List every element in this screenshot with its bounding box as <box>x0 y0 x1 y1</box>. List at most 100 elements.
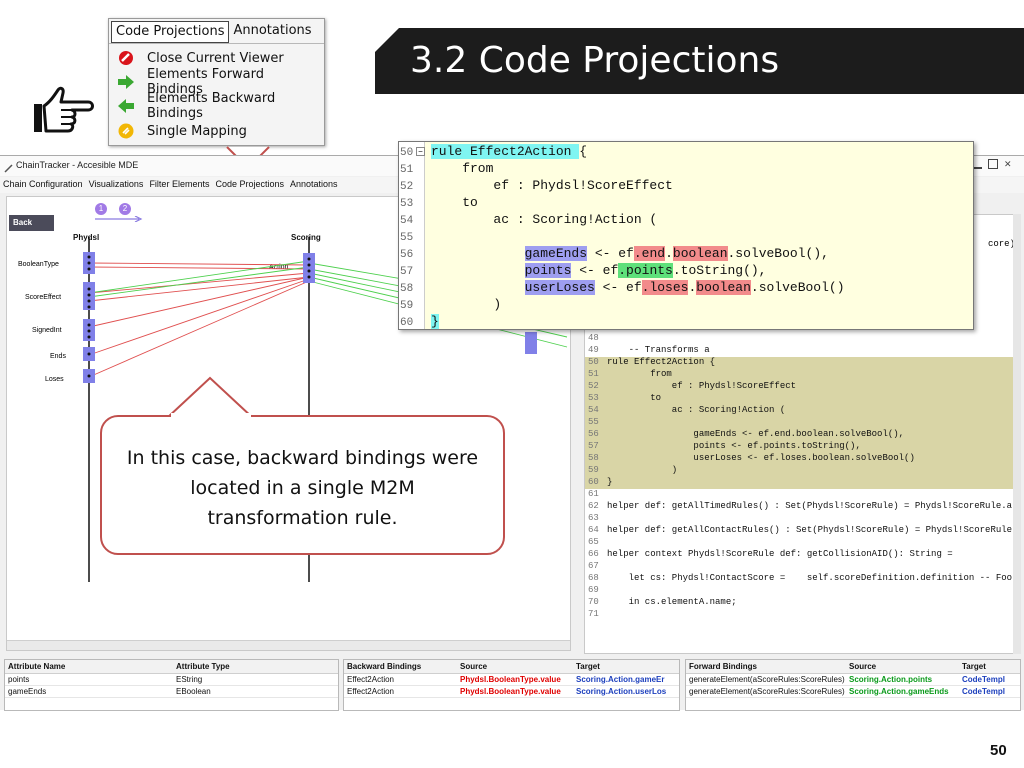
code-line: 60} <box>400 314 439 329</box>
code-projections-menu: Code Projections Annotations Close Curre… <box>108 18 325 146</box>
code-line: 57 points <- ef.points.toString(), <box>400 263 767 278</box>
table-row[interactable]: generateElement(aScoreRules:ScoreRules) … <box>686 674 1020 686</box>
table-cell: generateElement(aScoreRules:ScoreRules) <box>689 675 845 684</box>
callout-text: In this case, backward bindings were loc… <box>126 447 479 529</box>
table-cell: CodeTempl <box>962 687 1005 696</box>
menu-item-label: Elements Backward Bindings <box>147 91 276 121</box>
code-line: 58 userLoses <- ef.loses.boolean.solveBo… <box>585 453 1021 465</box>
column-header[interactable]: Target <box>959 662 1015 671</box>
menu-item-close-viewer[interactable]: Close Current Viewer <box>117 47 284 69</box>
code-line: 55 <box>400 232 414 244</box>
code-line: 71 <box>588 609 599 619</box>
code-line: 68 let cs: Phydsl!ContactScore = self.sc… <box>588 573 1013 583</box>
table-cell: Scoring.Action.gameEr <box>576 675 665 684</box>
column-header[interactable]: Target <box>573 662 673 671</box>
code-line: 52 ef : Phydsl!ScoreEffect <box>400 178 673 193</box>
close-window-icon[interactable]: ✕ <box>1004 159 1014 169</box>
code-line: 69 <box>588 585 599 595</box>
menu-annotations[interactable]: Annotations <box>287 177 341 193</box>
table-cell: EBoolean <box>176 687 211 696</box>
table-row[interactable]: generateElement(aScoreRules:ScoreRules) … <box>686 686 1020 698</box>
arrow-right-icon <box>117 73 135 91</box>
tab-annotations[interactable]: Annotations <box>229 21 315 43</box>
tab-code-projections[interactable]: Code Projections <box>111 21 230 43</box>
table-header: Attribute Name Attribute Type <box>5 660 338 674</box>
code-line: 70 in cs.elementA.name; <box>588 597 737 607</box>
code-line: 56 gameEnds <- ef.end.boolean.solveBool(… <box>585 429 1021 441</box>
code-line: 50 rule Effect2Action { <box>585 357 1021 369</box>
column-header[interactable]: Backward Bindings <box>344 662 457 671</box>
column-header[interactable]: Source <box>457 662 573 671</box>
maximize-icon[interactable] <box>988 159 998 169</box>
menu-filter-elements[interactable]: Filter Elements <box>146 177 212 193</box>
zoomed-code-panel: − 50 rule Effect2Action { 51 from 52 ef :… <box>398 141 974 330</box>
arrow-left-icon <box>117 97 135 115</box>
table-row[interactable]: Effect2Action Phydsl.BooleanType.value S… <box>344 686 679 698</box>
code-line: 67 <box>588 561 599 571</box>
menu-divider <box>109 43 324 44</box>
code-fragment: core) <box>987 239 1015 249</box>
code-line: 65 <box>588 537 599 547</box>
diagram-scrollbar[interactable] <box>7 640 570 650</box>
pointing-hand-icon <box>34 86 94 133</box>
table-header: Forward Bindings Source Target <box>686 660 1020 674</box>
code-line: 60} <box>585 477 1021 489</box>
column-header[interactable]: Forward Bindings <box>686 662 846 671</box>
page-number: 50 <box>990 742 1007 759</box>
menu-item-label: Close Current Viewer <box>147 50 284 66</box>
table-row[interactable]: gameEnds EBoolean <box>5 686 338 698</box>
table-cell: Phydsl.BooleanType.value <box>460 675 561 684</box>
code-line: 57 points <- ef.points.toString(), <box>585 441 1021 453</box>
attribute-table: Attribute Name Attribute Type points ESt… <box>4 659 339 711</box>
code-line: 53 to <box>400 195 478 210</box>
code-line: 66 helper context Phydsl!ScoreRule def: g… <box>588 549 953 559</box>
table-row[interactable]: Effect2Action Phydsl.BooleanType.value S… <box>344 674 679 686</box>
menu-code-projections[interactable]: Code Projections <box>212 177 287 193</box>
close-icon <box>117 49 135 67</box>
menu-item-single-mapping[interactable]: Single Mapping <box>117 120 247 142</box>
code-line: 63 <box>588 513 599 523</box>
table-cell: Scoring.Action.userLos <box>576 687 667 696</box>
table-cell: EString <box>176 675 203 684</box>
code-line: 54 ac : Scoring!Action ( <box>585 405 1021 417</box>
code-line: 48 <box>588 333 599 343</box>
table-cell: generateElement(aScoreRules:ScoreRules) <box>689 687 845 696</box>
menu-item-forward-bindings[interactable]: Elements Forward Bindings <box>117 67 324 97</box>
slide-title: 3.2 Code Projections <box>410 40 780 81</box>
code-line: 61 <box>588 489 599 499</box>
column-header[interactable]: Source <box>846 662 959 671</box>
table-cell: Effect2Action <box>347 687 394 696</box>
forward-bindings-table: Forward Bindings Source Target generateE… <box>685 659 1021 711</box>
window-controls: ✕ <box>972 159 1022 171</box>
code-scrollbar[interactable] <box>1013 214 1021 654</box>
table-cell: Scoring.Action.points <box>849 675 933 684</box>
table-cell: Scoring.Action.gameEnds <box>849 687 949 696</box>
table-cell: Phydsl.BooleanType.value <box>460 687 561 696</box>
menu-item-label: Single Mapping <box>147 123 247 139</box>
column-header[interactable]: Attribute Name <box>5 662 173 671</box>
code-line: 58 userLoses <- ef.loses.boolean.solveBo… <box>400 280 845 295</box>
menu-tabs: Code Projections Annotations <box>111 21 316 43</box>
menu-chain-configuration[interactable]: Chain Configuration <box>0 177 86 193</box>
code-line: 62 helper def: getAllTimedRules() : Set(P… <box>588 501 1013 511</box>
code-line: 49 -- Transforms a <box>588 345 710 355</box>
code-line: 51 from <box>400 161 494 176</box>
menu-item-backward-bindings[interactable]: Elements Backward Bindings <box>117 91 324 121</box>
code-line: 59 ) <box>585 465 1021 477</box>
code-line: 59 ) <box>400 297 502 312</box>
callout-joint <box>171 413 251 419</box>
code-line: 55 <box>585 417 1021 429</box>
table-cell: gameEnds <box>8 687 47 696</box>
table-cell: points <box>8 675 30 684</box>
code-line: 54 ac : Scoring!Action ( <box>400 212 658 227</box>
table-row[interactable]: points EString <box>5 674 338 686</box>
column-header[interactable]: Attribute Type <box>173 662 333 671</box>
code-line: 51 from <box>585 369 1021 381</box>
code-line: 52 ef : Phydsl!ScoreEffect <box>585 381 1021 393</box>
backward-bindings-table: Backward Bindings Source Target Effect2A… <box>343 659 680 711</box>
code-line: 56 gameEnds <- ef.end.boolean.solveBool(… <box>400 246 829 261</box>
code-line: 64 helper def: getAllContactRules() : Set… <box>588 525 1013 535</box>
menu-visualizations[interactable]: Visualizations <box>86 177 147 193</box>
table-cell: Effect2Action <box>347 675 394 684</box>
code-line: 53 to <box>585 393 1021 405</box>
